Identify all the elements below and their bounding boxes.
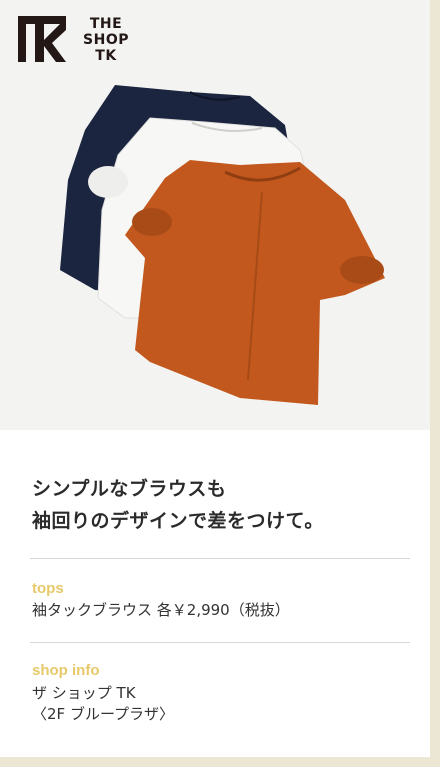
headline: シンプルなブラウスも 袖回りのデザインで差をつけて。 [32,473,402,537]
tk-logo-mark-icon [18,16,66,62]
article-card: THE SHOP TK シンプルなブラウスも 袖回りのデザインで差をつけて。 t… [0,0,430,757]
logo-line-tk: TK [95,48,117,64]
shop-name: ザ ショップ TK [32,684,136,702]
tops-label: tops [32,580,64,597]
shop-info-description: ザ ショップ TK 〈2F ブループラザ〉 [32,683,174,725]
brand-logo: THE SHOP TK [18,16,128,68]
shop-location: 〈2F ブループラザ〉 [32,705,175,723]
headline-line-1: シンプルなブラウスも [32,478,227,500]
logo-line-shop: SHOP [83,32,129,48]
brand-logo-text: THE SHOP TK [76,16,136,64]
divider [30,558,410,559]
product-photo: THE SHOP TK [0,0,430,430]
logo-line-the: THE [89,16,123,32]
headline-line-2: 袖回りのデザインで差をつけて。 [32,510,324,532]
divider [30,642,410,643]
tops-text: 袖タックブラウス 各￥2,990（税抜） [32,601,290,619]
tops-description: 袖タックブラウス 各￥2,990（税抜） [32,600,290,621]
shop-info-label: shop info [32,662,100,679]
